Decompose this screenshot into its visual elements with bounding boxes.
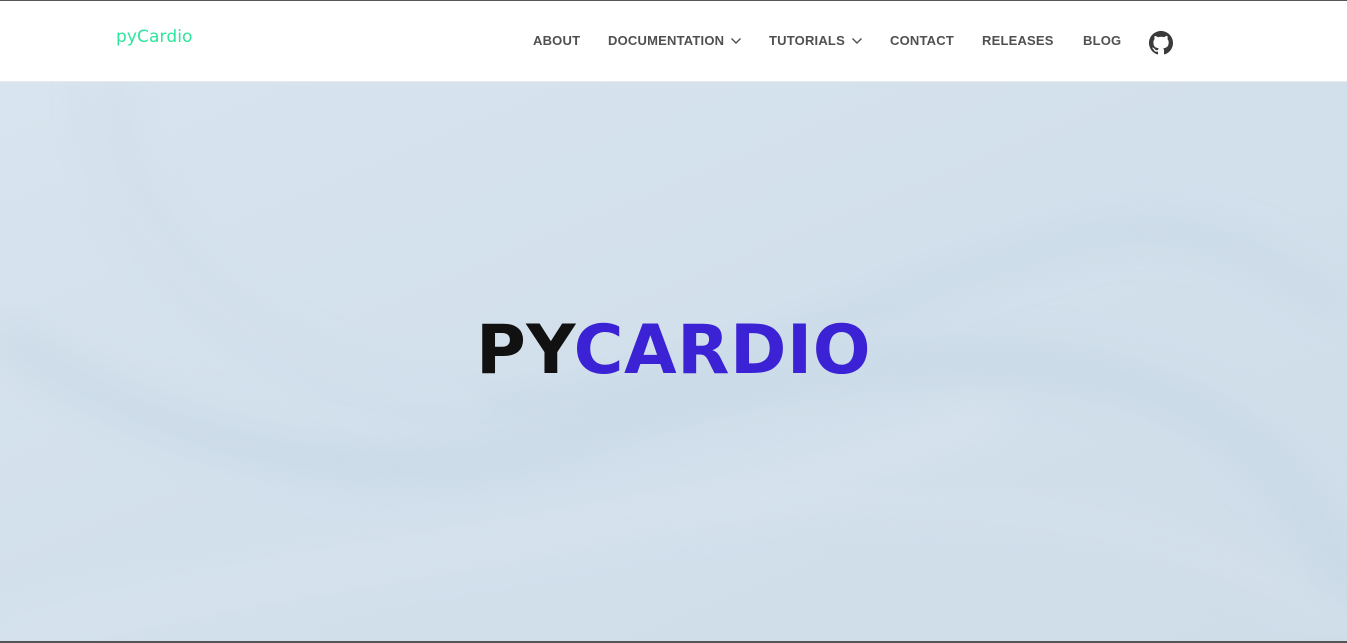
hero-title-part1: PY	[475, 311, 574, 390]
nav-contact[interactable]: CONTACT	[890, 33, 954, 48]
hero-title-part2: CARDIO	[573, 311, 872, 390]
github-icon[interactable]	[1149, 31, 1173, 55]
top-navbar: pyCardio ABOUT DOCUMENTATION TUTORIALS C…	[0, 1, 1347, 82]
chevron-down-icon	[851, 37, 862, 44]
hero-section: PYCARDIO	[0, 82, 1347, 641]
nav-documentation[interactable]: DOCUMENTATION	[608, 33, 742, 48]
hero-title: PYCARDIO	[0, 310, 1347, 392]
brand-logo-link[interactable]: pyCardio	[116, 27, 193, 47]
nav-tutorials-label: TUTORIALS	[769, 33, 845, 48]
nav-about[interactable]: ABOUT	[533, 33, 580, 48]
nav-tutorials[interactable]: TUTORIALS	[769, 33, 863, 48]
page: pyCardio ABOUT DOCUMENTATION TUTORIALS C…	[0, 0, 1347, 643]
nav-blog[interactable]: BLOG	[1083, 33, 1121, 48]
nav-documentation-label: DOCUMENTATION	[608, 33, 725, 48]
chevron-down-icon	[731, 37, 742, 44]
nav-releases[interactable]: RELEASES	[982, 33, 1054, 48]
